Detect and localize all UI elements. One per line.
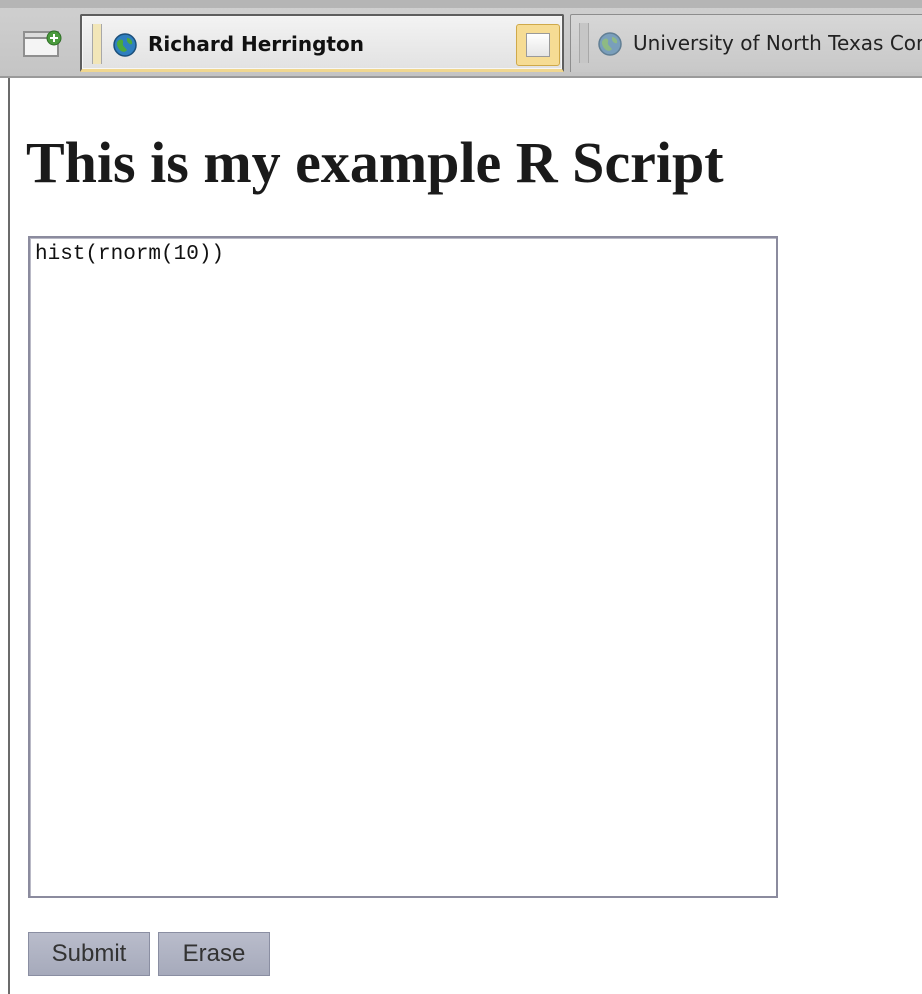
tab-strip: Richard Herrington University of North T… xyxy=(0,0,922,78)
tab-strip-top-border xyxy=(0,0,922,8)
browser-window: Richard Herrington University of North T… xyxy=(0,0,922,994)
tab-grip xyxy=(92,24,102,64)
tab-richard-herrington[interactable]: Richard Herrington xyxy=(80,14,564,72)
tab-title: Richard Herrington xyxy=(148,32,364,56)
page-title: This is my example R Script xyxy=(26,130,724,195)
globe-icon xyxy=(113,33,137,57)
tab-title: University of North Texas Com xyxy=(633,31,922,55)
new-tab-button[interactable] xyxy=(14,24,68,62)
submit-button[interactable]: Submit xyxy=(28,932,150,976)
tab-close-button[interactable] xyxy=(516,24,560,66)
erase-button[interactable]: Erase xyxy=(158,932,270,976)
tab-grip xyxy=(579,23,589,63)
tab-close-icon xyxy=(526,33,550,57)
page-content: This is my example R Script Submit Erase xyxy=(8,78,922,994)
globe-icon xyxy=(598,32,622,56)
tab-university-of-north-texas[interactable]: University of North Texas Com xyxy=(570,14,922,72)
r-script-textarea[interactable] xyxy=(28,236,778,898)
new-tab-icon xyxy=(23,30,62,57)
